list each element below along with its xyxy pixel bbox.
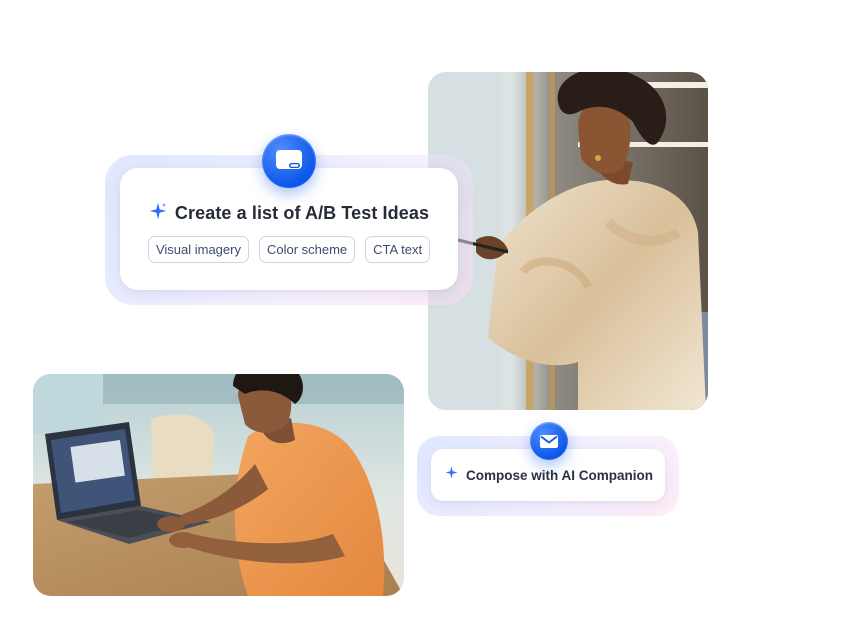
chip-visual-imagery[interactable]: Visual imagery	[147, 236, 249, 263]
sparkle-icon	[445, 466, 458, 484]
chat-bubble-icon	[262, 134, 316, 188]
compose-label: Compose with AI Companion	[466, 467, 653, 483]
envelope-icon	[530, 422, 568, 460]
sparkle-icon	[149, 202, 167, 225]
man-laptop-photo	[33, 374, 404, 596]
suggestion-chips: Visual imagery Color scheme CTA text	[120, 236, 458, 263]
ab-card-title: Create a list of A/B Test Ideas	[174, 203, 430, 223]
chip-cta-text[interactable]: CTA text	[365, 236, 431, 263]
chip-color-scheme[interactable]: Color scheme	[258, 236, 356, 263]
